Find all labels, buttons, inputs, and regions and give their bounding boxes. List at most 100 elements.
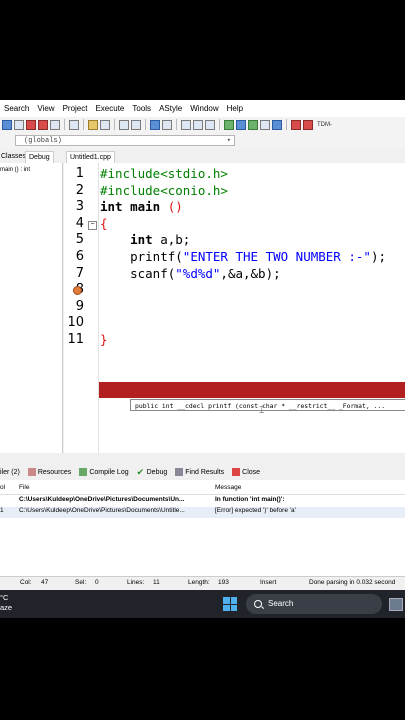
line-number: 9 [75, 298, 84, 314]
find-results-icon [175, 468, 184, 476]
menu-item-project[interactable]: Project [59, 104, 92, 113]
close-file-icon[interactable] [50, 119, 60, 130]
line-number: 5 [75, 232, 84, 248]
open-file-icon[interactable] [14, 119, 24, 130]
code-token: "%d%d" [175, 265, 221, 281]
status-sel: 0 [95, 579, 99, 586]
windows-start-icon[interactable] [223, 597, 237, 611]
tab-resources-label: Resources [37, 468, 72, 476]
scope-combo[interactable]: (globals) ▾ [15, 135, 235, 146]
line-number: 6 [75, 249, 84, 264]
search-icon [254, 600, 262, 608]
run-icon[interactable] [236, 119, 246, 130]
code-token: () [167, 199, 183, 215]
undo-icon[interactable] [88, 119, 98, 130]
save-icon[interactable] [26, 119, 36, 130]
table-header: ol File Message [0, 482, 405, 495]
separator [114, 119, 115, 130]
tab-untitled1[interactable]: Untitled1.cpp [66, 151, 115, 163]
tab-close-label: Close [242, 468, 261, 476]
status-lines: 11 [153, 579, 160, 586]
tab-debug[interactable]: Debug [25, 151, 54, 163]
main-toolbar: TDM- [0, 117, 405, 132]
code-line: scanf("%d%d",&a,&b); [100, 266, 281, 281]
line-number: 1 [75, 166, 84, 181]
taskbar-app-icon[interactable] [389, 598, 403, 611]
weather-desc: aze [0, 603, 13, 612]
code-editor[interactable]: 1234567891011− #include<stdio.h>#include… [64, 163, 405, 453]
menu-item-astyle[interactable]: AStyle [155, 104, 186, 113]
menu-item-help[interactable]: Help [223, 104, 247, 113]
code-line: #include<stdio.h> [100, 166, 228, 181]
separator [286, 119, 287, 130]
header-line: ol [0, 484, 6, 491]
find-icon[interactable] [119, 119, 129, 130]
redo-icon[interactable] [100, 119, 110, 130]
save-all-icon[interactable] [38, 119, 48, 130]
menu-item-tools[interactable]: Tools [128, 104, 155, 113]
code-line: printf("\nSubtraction of Two numbe [100, 282, 386, 297]
menu-item-window[interactable]: Window [186, 104, 222, 113]
compile-run-icon[interactable] [248, 119, 258, 130]
menu-item-view[interactable]: View [33, 104, 58, 113]
close-icon [232, 468, 241, 476]
error-line-highlight [99, 382, 405, 398]
forward-icon[interactable] [193, 119, 203, 130]
code-token: } [100, 332, 108, 347]
menu-item-execute[interactable]: Execute [91, 104, 128, 113]
compiler-messages-table: ol File Message C:\Users\Kuldeep\OneDriv… [0, 480, 405, 576]
taskbar-search[interactable]: Search [246, 594, 382, 614]
code-line: #include<conio.h> [100, 183, 228, 198]
check-syntax-icon[interactable] [272, 119, 282, 130]
row-message: In function 'int main()': [215, 496, 285, 503]
print-icon[interactable] [69, 119, 79, 130]
class-tree-item[interactable]: main () : int [0, 167, 30, 173]
table-row[interactable]: C:\Users\Kuldeep\OneDrive\Pictures\Docum… [0, 496, 405, 507]
table-row[interactable]: 1 C:\Users\Kuldeep\OneDrive\Pictures\Doc… [0, 507, 405, 518]
status-lines-label: Lines: [127, 579, 145, 586]
tab-compiler[interactable]: iler (2) [0, 469, 20, 476]
scope-toolbar: (globals) ▾ [0, 132, 405, 149]
back-icon[interactable] [181, 119, 191, 130]
code-token: ); [370, 249, 387, 264]
replace-icon[interactable] [131, 119, 141, 130]
rebuild-icon[interactable] [260, 119, 270, 130]
line-number: 4 [75, 215, 84, 231]
status-length-label: Length: [188, 579, 210, 586]
status-length: 193 [218, 579, 229, 586]
line-number: 10 [67, 315, 84, 331]
compile-icon[interactable] [224, 119, 234, 130]
line-number: 11 [67, 332, 84, 347]
code-token: int main [100, 199, 168, 215]
mouse-cursor-icon: ⌶ [259, 405, 265, 415]
unindent-icon[interactable] [162, 119, 172, 130]
indent-icon[interactable] [150, 119, 160, 130]
menu-item-search[interactable]: Search [0, 104, 33, 113]
tab-compile-log[interactable]: Compile Log [79, 468, 129, 476]
new-file-icon[interactable] [2, 119, 12, 130]
debug-icon[interactable] [303, 119, 313, 130]
function-hint-tooltip: public int __cdecl printf (const char * … [130, 399, 405, 411]
tab-debug-label: Debug [146, 468, 168, 476]
tab-resources[interactable]: Resources [27, 468, 72, 476]
weather-widget[interactable]: °C aze [0, 593, 12, 613]
code-line: { [100, 216, 108, 231]
tab-debug-bottom[interactable]: ✔ Debug [137, 468, 168, 477]
separator [219, 119, 220, 130]
chevron-down-icon[interactable]: ▾ [227, 136, 231, 147]
code-line: int main () [100, 199, 183, 214]
line-number: 7 [75, 265, 84, 281]
stop-icon[interactable] [291, 119, 301, 130]
code-token: #include<conio.h> [100, 182, 228, 198]
compiler-select-text[interactable]: TDM- [317, 122, 332, 128]
line-number: 3 [75, 199, 84, 215]
chart-icon [79, 468, 88, 476]
status-col-label: Col: [20, 579, 32, 586]
row-file: C:\Users\Kuldeep\OneDrive\Pictures\Docum… [19, 507, 185, 514]
goto-icon[interactable] [205, 119, 215, 130]
fold-toggle-icon[interactable]: − [88, 220, 97, 230]
code-token: printf( [100, 249, 183, 264]
separator [64, 119, 65, 130]
tab-close[interactable]: Close [232, 468, 260, 476]
tab-find-results[interactable]: Find Results [175, 468, 224, 476]
